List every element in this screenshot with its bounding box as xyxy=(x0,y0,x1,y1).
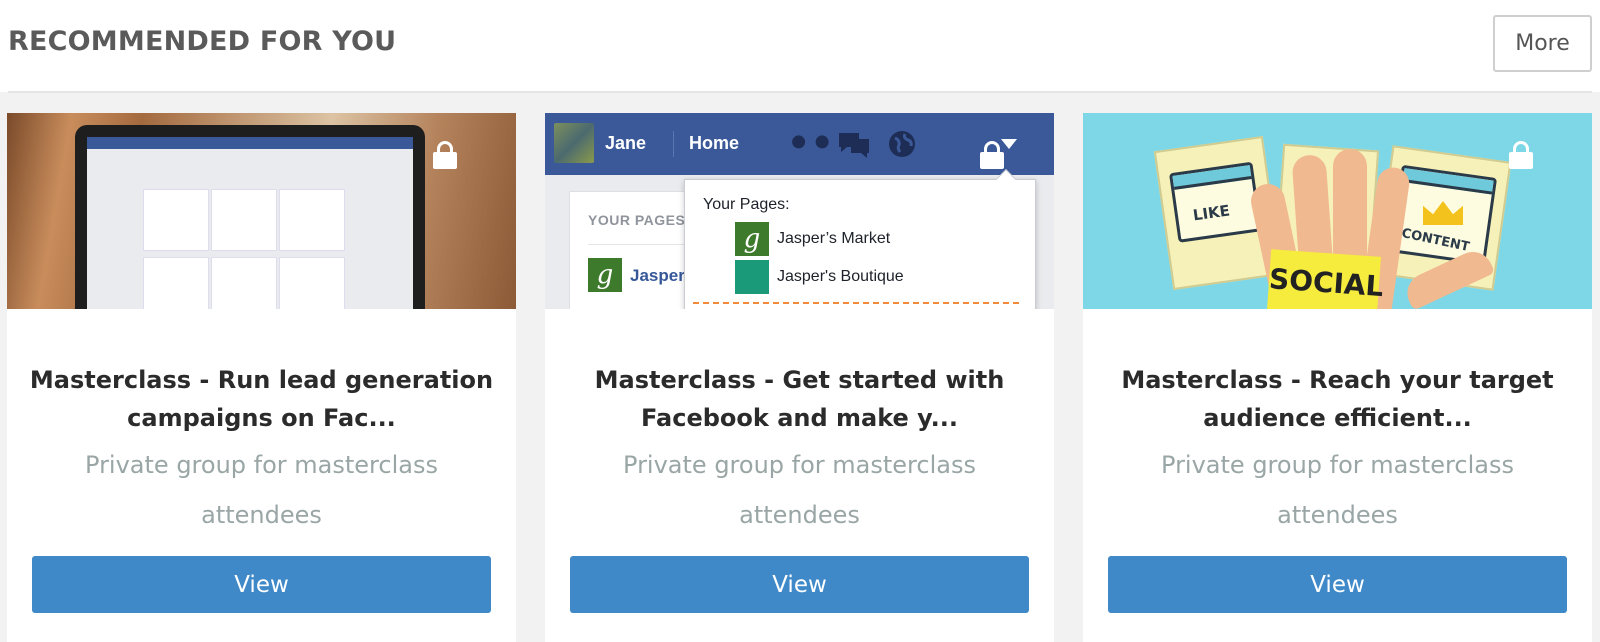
more-button[interactable]: More xyxy=(1493,15,1592,72)
friends-icon: ⚫⚫ xyxy=(787,127,834,158)
card-thumbnail[interactable]: LIKE CONTENT SOCIAL xyxy=(1083,113,1592,309)
globe-icon xyxy=(887,129,917,164)
group-card-1: Masterclass - Run lead generation campai… xyxy=(7,113,516,642)
pages-panel-label: YOUR PAGES xyxy=(588,212,686,228)
view-button[interactable]: View xyxy=(1108,556,1567,613)
dropdown-item: Jasper’s Market xyxy=(777,230,891,247)
screen-tile xyxy=(279,189,345,251)
view-button[interactable]: View xyxy=(32,556,491,613)
lock-icon xyxy=(1509,141,1533,169)
screen-tile xyxy=(143,189,209,251)
jaspers-boutique-logo xyxy=(735,260,769,294)
dashed-highlight xyxy=(693,302,1019,304)
section-header: RECOMMENDED FOR YOU More xyxy=(0,0,1600,93)
header-divider xyxy=(8,91,1592,93)
laptop-screen xyxy=(87,137,413,309)
laptop-image xyxy=(75,125,425,309)
card-thumbnail[interactable]: Jane Home ⚫⚫ YOUR PAGES g Jasper Your Pa… xyxy=(545,113,1054,309)
lock-icon xyxy=(433,141,457,169)
caret-down-icon xyxy=(1001,139,1017,149)
pages-panel-item: Jasper xyxy=(630,266,685,285)
jaspers-market-logo: g xyxy=(735,222,769,256)
group-card-2: Jane Home ⚫⚫ YOUR PAGES g Jasper Your Pa… xyxy=(545,113,1054,642)
card-description: Private group for masterclass attendees xyxy=(623,451,976,529)
avatar xyxy=(554,123,594,163)
facebook-topbar: Jane Home ⚫⚫ xyxy=(545,113,1054,175)
card-description: Private group for masterclass attendees xyxy=(85,451,438,529)
screen-topbar xyxy=(87,137,413,149)
card-description: Private group for masterclass attendees xyxy=(1161,451,1514,529)
card-thumbnail[interactable] xyxy=(7,113,516,309)
card-title[interactable]: Masterclass - Get started with Facebook … xyxy=(565,361,1034,437)
social-note: SOCIAL xyxy=(1267,249,1384,309)
screen-tile xyxy=(279,257,345,309)
view-button[interactable]: View xyxy=(570,556,1029,613)
dropdown-item: Jasper's Boutique xyxy=(777,268,904,285)
screen-tile xyxy=(211,189,277,251)
card-title[interactable]: Masterclass - Run lead generation campai… xyxy=(27,361,496,437)
card-title[interactable]: Masterclass - Reach your target audience… xyxy=(1103,361,1572,437)
jaspers-market-logo: g xyxy=(588,258,622,292)
screen-tile xyxy=(143,257,209,309)
panel-divider xyxy=(588,244,698,245)
messages-icon xyxy=(837,129,871,164)
pages-dropdown: Your Pages: g Jasper’s Market Jasper's B… xyxy=(684,169,1036,309)
home-link: Home xyxy=(689,133,740,153)
topbar-separator xyxy=(673,131,674,157)
user-name: Jane xyxy=(605,133,647,153)
group-card-3: LIKE CONTENT SOCIAL Masterclass - Reach … xyxy=(1083,113,1592,642)
screen-tile xyxy=(211,257,277,309)
section-title: RECOMMENDED FOR YOU xyxy=(8,26,397,57)
dropdown-title: Your Pages: xyxy=(703,196,790,213)
